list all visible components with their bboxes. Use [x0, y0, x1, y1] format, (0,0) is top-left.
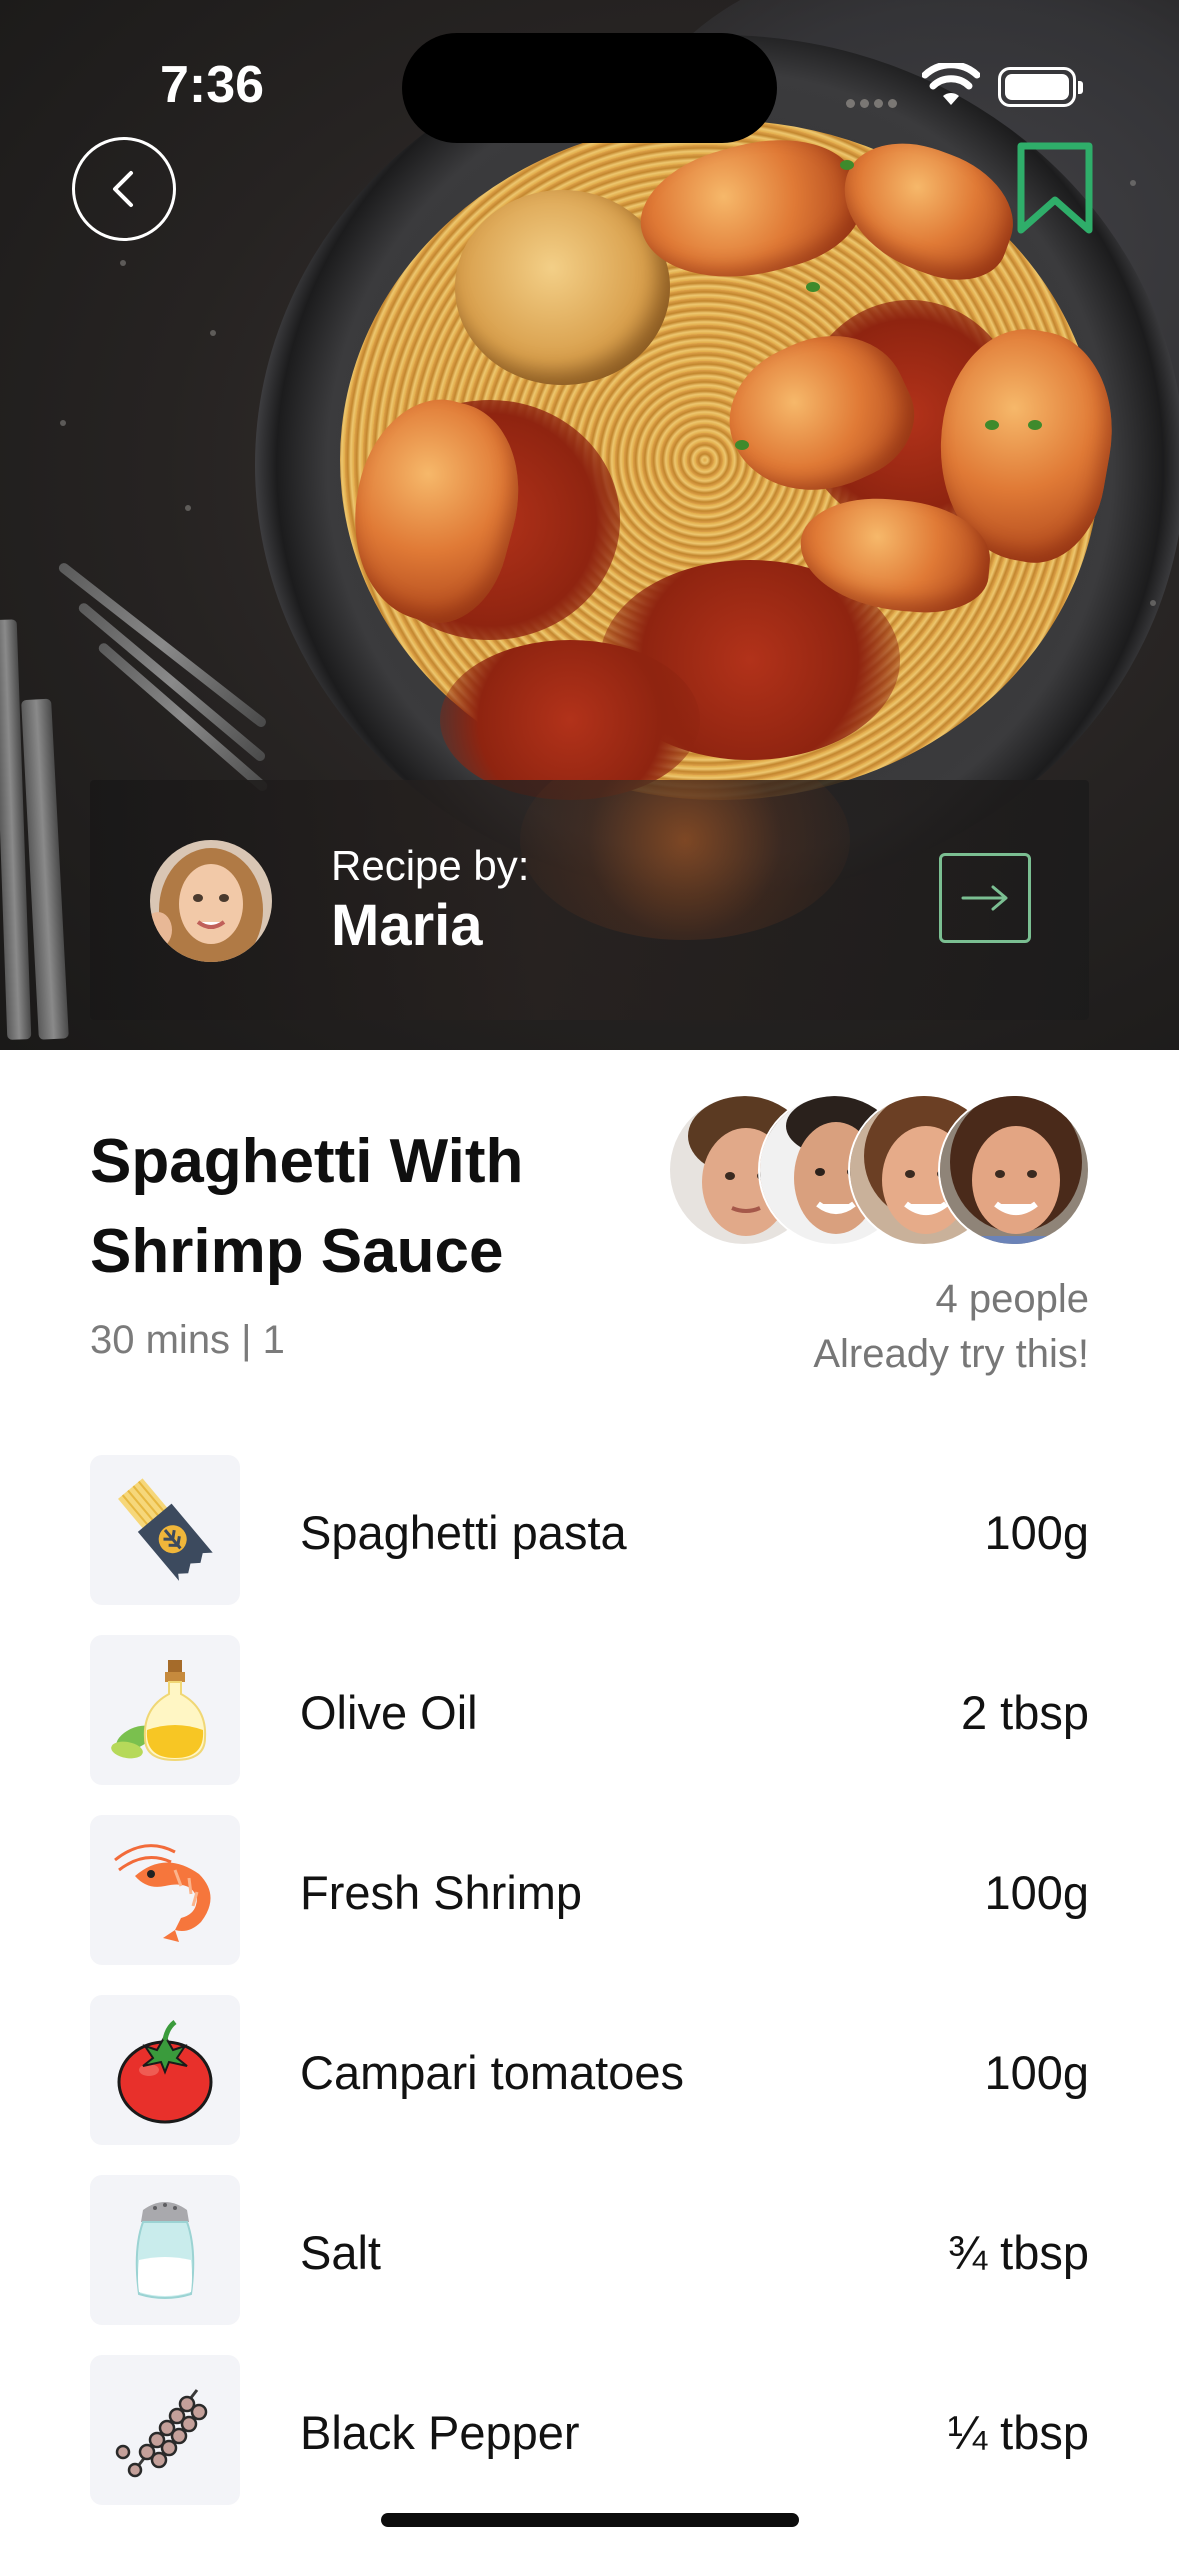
bookmark-icon[interactable]: [1016, 142, 1094, 234]
ingredient-name: Black Pepper: [300, 2406, 580, 2459]
recipe-meta: 30 mins | 1: [90, 1318, 285, 1362]
recipe-title: Spaghetti With Shrimp Sauce: [90, 1127, 524, 1286]
chevron-left-icon: [113, 171, 133, 207]
ingredient-quantity: 100g: [984, 1506, 1089, 1559]
tried-count: 4 people: [935, 1277, 1089, 1321]
recipe-hero-image: 7:36 Recipe by: Maria: [0, 0, 1179, 1050]
battery-icon: [998, 67, 1083, 107]
home-indicator[interactable]: [381, 2513, 799, 2527]
olive-oil-icon: [90, 1635, 240, 1785]
roasted-garlic: [455, 190, 670, 385]
shrimp-icon: [90, 1815, 240, 1965]
ingredient-name: Olive Oil: [300, 1686, 478, 1739]
back-button[interactable]: [72, 137, 176, 241]
ingredient-quantity: 100g: [984, 1866, 1089, 1919]
ingredient-name: Spaghetti pasta: [300, 1506, 627, 1559]
ingredient-quantity: ¼ tbsp: [947, 2406, 1089, 2459]
avatar: [938, 1094, 1090, 1246]
author-card[interactable]: Recipe by: Maria: [90, 780, 1089, 1020]
tried-label: Already try this!: [813, 1332, 1089, 1376]
recipe-by-label: Recipe by:: [331, 842, 530, 889]
tried-by-avatars[interactable]: [668, 1094, 1090, 1246]
author-name: Maria: [331, 893, 483, 958]
ingredient-quantity: 100g: [984, 2046, 1089, 2099]
ingredient-quantity: ¾ tbsp: [947, 2226, 1089, 2279]
pepper-icon: [90, 2355, 240, 2505]
arrow-right-icon: [961, 885, 1008, 911]
pasta-icon: [90, 1455, 240, 1605]
cellular-signal-icon: [846, 95, 906, 108]
author-avatar: [150, 840, 272, 962]
ingredient-name: Salt: [300, 2226, 381, 2279]
ingredient-name: Fresh Shrimp: [300, 1866, 583, 1919]
ingredient-quantity: 2 tbsp: [960, 1686, 1089, 1739]
ingredient-name: Campari tomatoes: [300, 2046, 684, 2099]
tomato-icon: [90, 1995, 240, 2145]
ingredient-row[interactable]: Olive Oil 2 tbsp: [90, 1635, 1089, 1785]
ingredient-row[interactable]: Campari tomatoes 100g: [90, 1995, 1089, 2145]
status-time: 7:36: [160, 56, 265, 114]
wifi-icon: [922, 63, 980, 105]
ingredient-row[interactable]: Spaghetti pasta 100g: [90, 1455, 1089, 1605]
ingredient-row[interactable]: Black Pepper ¼ tbsp: [90, 2355, 1089, 2505]
ingredient-row[interactable]: Fresh Shrimp 100g: [90, 1815, 1089, 1965]
dynamic-island: [402, 33, 777, 143]
ingredient-row[interactable]: Salt ¾ tbsp: [90, 2175, 1089, 2325]
view-author-button[interactable]: [939, 853, 1031, 943]
salt-icon: [90, 2175, 240, 2325]
